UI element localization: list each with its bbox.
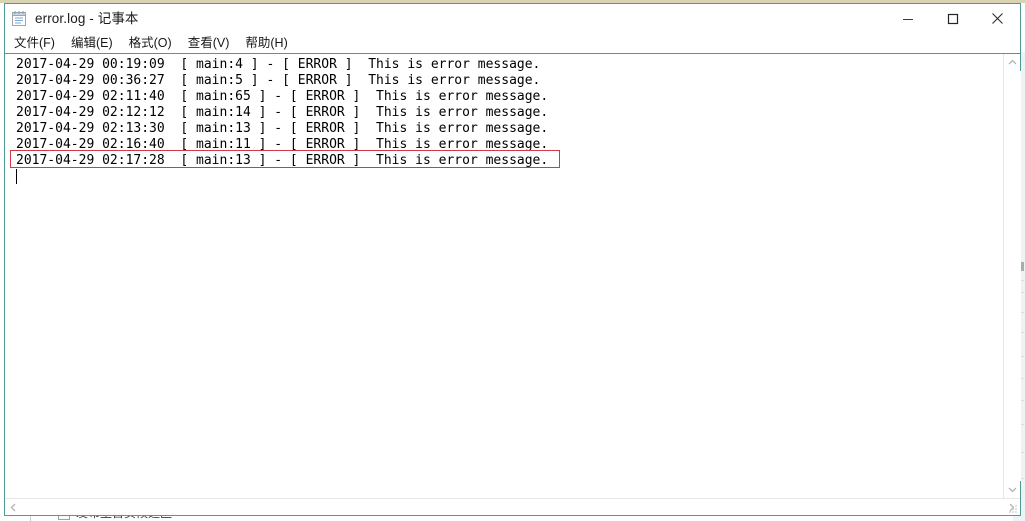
window-title: error.log - 记事本 — [35, 11, 139, 26]
scroll-up-button[interactable] — [1004, 54, 1021, 71]
close-button[interactable] — [975, 4, 1020, 33]
menu-item-file[interactable]: 文件(F) — [14, 35, 55, 51]
text-editor[interactable]: 2017-04-29 00:19:09 [ main:4 ] - [ ERROR… — [5, 54, 1003, 498]
resize-grip-icon[interactable] — [1007, 502, 1019, 514]
menu-bar: 文件(F) 编辑(E) 格式(O) 查看(V) 帮助(H) — [5, 33, 1020, 53]
notepad-icon — [11, 10, 28, 27]
title-bar[interactable]: error.log - 记事本 — [5, 4, 1020, 33]
vertical-scroll-track[interactable] — [1003, 71, 1021, 481]
log-line: 2017-04-29 02:16:40 [ main:11 ] - [ ERRO… — [16, 137, 549, 152]
log-line: 2017-04-29 00:36:27 [ main:5 ] - [ ERROR… — [16, 73, 541, 88]
log-line: 2017-04-29 02:12:12 [ main:14 ] - [ ERRO… — [16, 105, 549, 120]
maximize-button[interactable] — [930, 4, 975, 33]
notepad-window: error.log - 记事本 文件(F) 编辑(E) 格式(O) 查看(V) … — [4, 3, 1021, 516]
log-line: 2017-04-29 02:13:30 [ main:13 ] - [ ERRO… — [16, 121, 549, 136]
menu-item-view[interactable]: 查看(V) — [188, 35, 230, 51]
text-content: 2017-04-29 00:19:09 [ main:4 ] - [ ERROR… — [5, 57, 1003, 169]
log-line: 2017-04-29 00:19:09 [ main:4 ] - [ ERROR… — [16, 57, 541, 72]
menu-item-edit[interactable]: 编辑(E) — [71, 35, 113, 51]
minimize-button[interactable] — [885, 4, 930, 33]
desktop-background: 发布至首页候选区 error.log - 记事本 — [0, 0, 1025, 521]
menu-item-format[interactable]: 格式(O) — [129, 35, 172, 51]
menu-item-help[interactable]: 帮助(H) — [245, 35, 287, 51]
log-line: 2017-04-29 02:11:40 [ main:65 ] - [ ERRO… — [16, 89, 549, 104]
editor-row: 2017-04-29 00:19:09 [ main:4 ] - [ ERROR… — [5, 54, 1021, 498]
scroll-left-button[interactable] — [5, 499, 22, 516]
log-line: 2017-04-29 02:17:28 [ main:13 ] - [ ERRO… — [16, 153, 549, 168]
vertical-scrollbar[interactable] — [1003, 54, 1021, 498]
scroll-down-button[interactable] — [1004, 481, 1021, 498]
horizontal-scrollbar[interactable] — [5, 498, 1020, 515]
text-caret — [16, 169, 17, 184]
horizontal-scroll-track[interactable] — [22, 499, 1003, 516]
window-controls — [885, 4, 1020, 33]
